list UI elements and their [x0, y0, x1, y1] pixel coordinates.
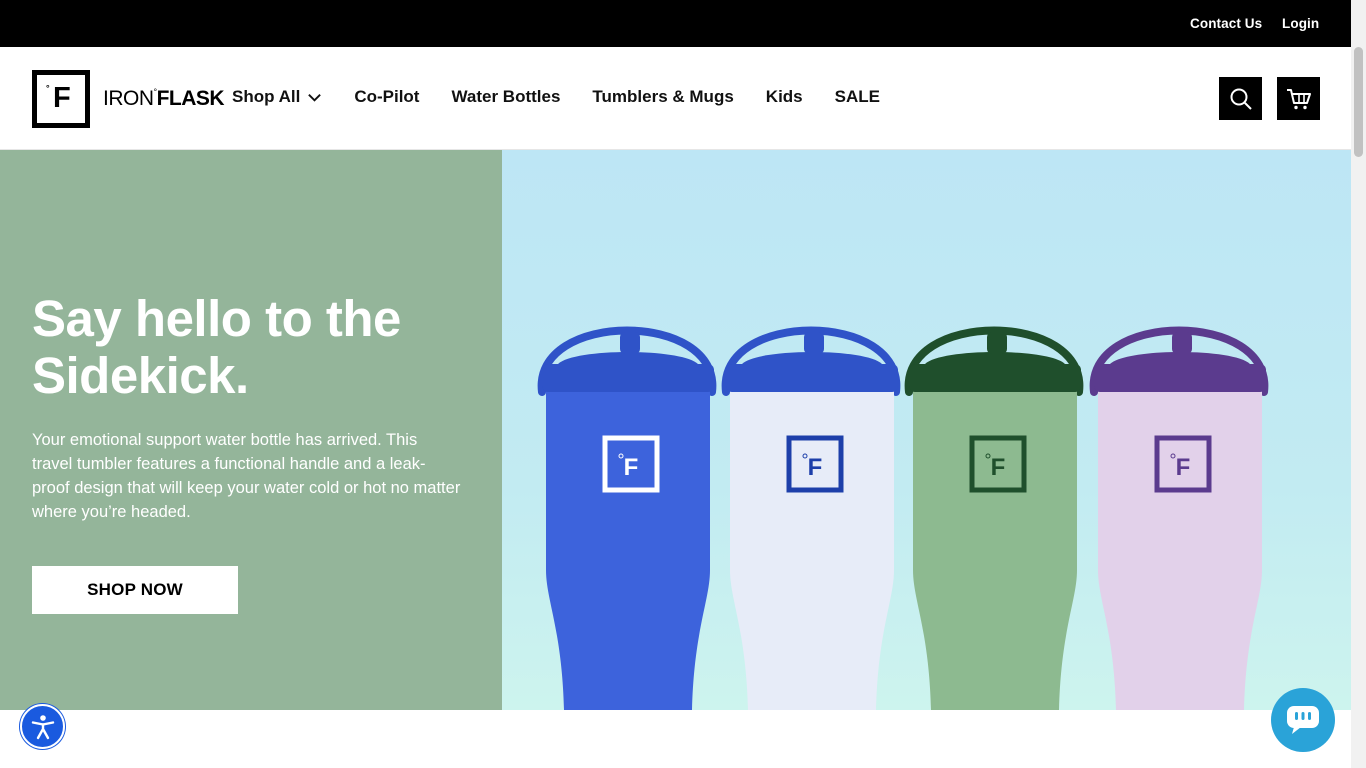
nav-sale[interactable]: SALE — [835, 87, 880, 107]
nav-water-bottles[interactable]: Water Bottles — [451, 87, 560, 107]
search-icon — [1230, 88, 1252, 110]
nav-kids[interactable]: Kids — [766, 87, 803, 107]
cart-button[interactable] — [1277, 77, 1320, 120]
accessibility-icon — [31, 714, 54, 739]
login-link[interactable]: Login — [1282, 16, 1319, 31]
search-button[interactable] — [1219, 77, 1262, 120]
hero-product-image[interactable]: FFFF — [502, 150, 1351, 710]
hero-text-panel: Say hello to the Sidekick. Your emotiona… — [0, 150, 502, 710]
tumblers-illustration: FFFF — [537, 326, 1269, 710]
accessibility-button[interactable] — [20, 704, 65, 749]
scrollbar-thumb[interactable] — [1354, 47, 1363, 157]
brand-logo[interactable]: ° F IRON°FLASK — [32, 70, 225, 128]
cart-icon — [1286, 88, 1311, 109]
main-nav: Shop All Co-Pilot Water Bottles Tumblers… — [232, 87, 912, 107]
logo-wordmark: IRON°FLASK — [103, 87, 225, 110]
hero-banner: Say hello to the Sidekick. Your emotiona… — [0, 150, 1351, 710]
chevron-down-icon — [308, 93, 322, 102]
hero-title: Say hello to the Sidekick. — [32, 290, 401, 404]
tumbler-product: F — [1089, 326, 1269, 710]
nav-tumblers-mugs[interactable]: Tumblers & Mugs — [592, 87, 733, 107]
chat-button[interactable] — [1271, 688, 1335, 752]
site-header: ° F IRON°FLASK Shop All Co-Pilot Water Bo… — [0, 47, 1351, 150]
tumbler-logo-mark: F — [991, 454, 1006, 481]
tumbler-logo-mark: F — [808, 454, 823, 481]
contact-us-link[interactable]: Contact Us — [1190, 16, 1262, 31]
shop-now-button[interactable]: SHOP NOW — [32, 566, 238, 614]
top-utility-bar: Contact Us Login — [0, 0, 1351, 47]
tumbler-product: F — [721, 326, 901, 710]
tumbler-product: F — [904, 326, 1084, 710]
nav-shop-all[interactable]: Shop All — [232, 87, 322, 107]
chat-icon — [1287, 706, 1319, 734]
logo-mark: ° F — [32, 70, 90, 128]
page-scrollbar[interactable] — [1351, 0, 1366, 768]
tumbler-product: F — [537, 326, 717, 710]
hero-description: Your emotional support water bottle has … — [32, 431, 461, 521]
tumbler-logo-mark: F — [1176, 454, 1191, 481]
nav-co-pilot[interactable]: Co-Pilot — [354, 87, 419, 107]
tumbler-logo-mark: F — [624, 454, 639, 481]
